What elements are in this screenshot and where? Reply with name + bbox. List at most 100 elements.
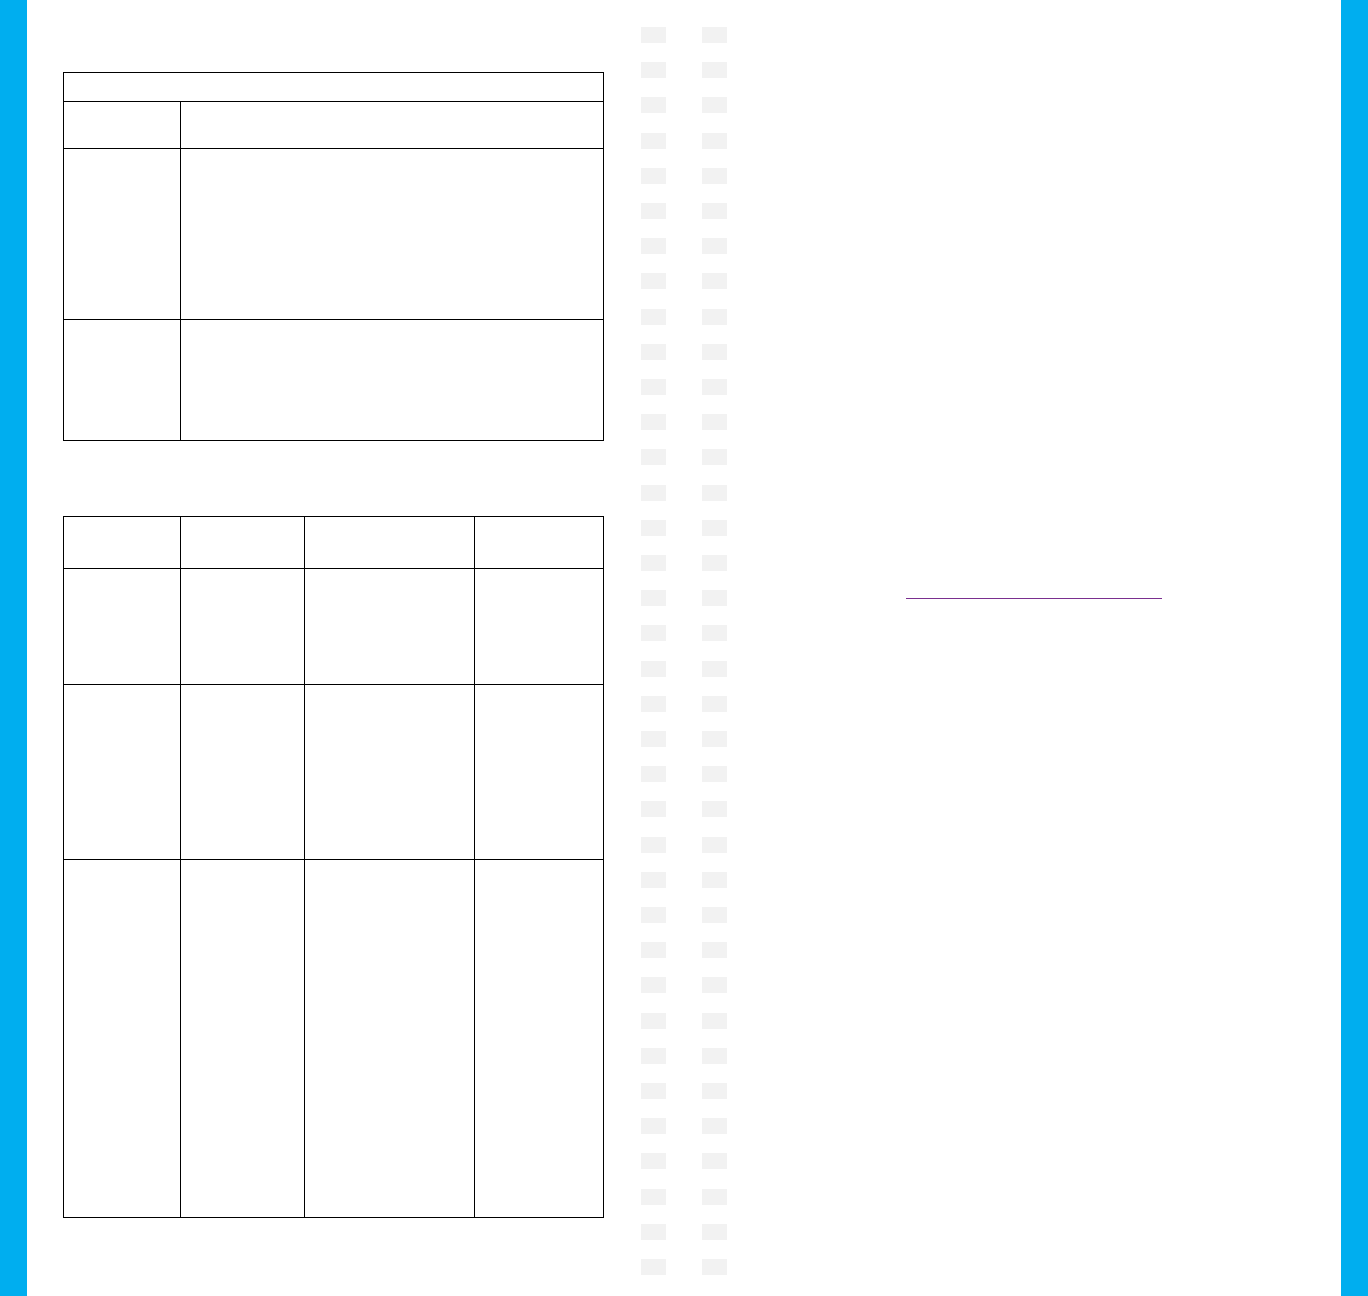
tick-marker: [641, 1083, 666, 1099]
table-cell: [180, 568, 305, 685]
left-edge-bar: [0, 0, 27, 1296]
table-row: [63, 72, 604, 102]
spec-table-upper: [63, 72, 604, 441]
table-header-cell: [63, 72, 604, 102]
tick-marker: [641, 731, 666, 747]
table-cell: [304, 684, 475, 860]
tick-marker: [702, 661, 727, 677]
tick-marker: [641, 766, 666, 782]
tick-marker: [641, 485, 666, 501]
tick-marker: [641, 625, 666, 641]
tick-marker: [641, 309, 666, 325]
tick-marker: [702, 872, 727, 888]
table-row: [63, 859, 604, 1218]
table-cell: [180, 101, 604, 149]
tick-marker: [641, 555, 666, 571]
tick-marker: [702, 168, 727, 184]
tick-marker: [641, 344, 666, 360]
tick-marker: [702, 449, 727, 465]
tick-marker: [641, 379, 666, 395]
table-cell: [180, 859, 305, 1218]
table-header-cell: [474, 516, 604, 569]
tick-marker: [641, 1118, 666, 1134]
table-cell: [63, 101, 181, 149]
table-row: [63, 568, 604, 685]
tick-marker: [702, 238, 727, 254]
tick-marker: [641, 238, 666, 254]
tick-marker: [702, 696, 727, 712]
tick-marker: [702, 1083, 727, 1099]
tick-marker: [641, 168, 666, 184]
tick-marker: [702, 27, 727, 43]
table-cell: [63, 319, 181, 441]
tick-marker: [641, 449, 666, 465]
table-cell: [63, 148, 181, 320]
tick-marker: [641, 661, 666, 677]
table-cell: [304, 859, 475, 1218]
tick-marker: [641, 1224, 666, 1240]
tick-marker: [641, 1259, 666, 1275]
table-header-cell: [63, 516, 181, 569]
table-cell: [474, 859, 604, 1218]
tick-marker: [641, 62, 666, 78]
table-row: [63, 148, 604, 320]
tick-marker: [702, 731, 727, 747]
tick-marker: [702, 1048, 727, 1064]
tick-marker: [702, 133, 727, 149]
tick-marker: [641, 1189, 666, 1205]
tick-marker: [702, 1189, 727, 1205]
table-row: [63, 516, 604, 569]
tick-marker: [702, 1224, 727, 1240]
tick-marker: [702, 273, 727, 289]
tick-marker: [702, 977, 727, 993]
tick-marker: [702, 942, 727, 958]
tick-marker: [641, 590, 666, 606]
tick-marker: [702, 62, 727, 78]
tick-marker: [702, 520, 727, 536]
table-cell: [63, 684, 181, 860]
hyperlink-underline[interactable]: [906, 598, 1162, 599]
table-row: [63, 684, 604, 860]
tick-marker: [702, 1118, 727, 1134]
tick-marker: [702, 97, 727, 113]
tick-marker: [641, 520, 666, 536]
table-cell: [180, 148, 604, 320]
table-cell: [180, 684, 305, 860]
tick-marker: [702, 766, 727, 782]
tick-marker: [702, 555, 727, 571]
table-header-cell: [180, 516, 305, 569]
tick-marker: [702, 907, 727, 923]
tick-marker: [702, 344, 727, 360]
tick-marker: [702, 203, 727, 219]
tick-marker: [702, 590, 727, 606]
tick-marker: [702, 1013, 727, 1029]
table-header-cell: [304, 516, 475, 569]
tick-marker: [641, 27, 666, 43]
tick-marker: [641, 977, 666, 993]
tick-marker: [702, 414, 727, 430]
tick-marker: [702, 485, 727, 501]
tick-marker: [702, 1259, 727, 1275]
tick-marker: [702, 1153, 727, 1169]
tick-marker: [702, 309, 727, 325]
tick-marker: [702, 379, 727, 395]
right-edge-bar: [1341, 0, 1368, 1296]
spec-table-lower: [63, 516, 604, 1218]
tick-marker: [702, 837, 727, 853]
tick-marker: [641, 837, 666, 853]
tick-marker: [641, 872, 666, 888]
table-cell: [474, 568, 604, 685]
tick-marker: [641, 203, 666, 219]
tick-marker: [641, 942, 666, 958]
tick-marker: [702, 625, 727, 641]
tick-marker: [641, 414, 666, 430]
tick-marker: [641, 1153, 666, 1169]
table-cell: [63, 859, 181, 1218]
tick-marker: [641, 907, 666, 923]
table-row: [63, 319, 604, 441]
table-cell: [180, 319, 604, 441]
table-cell: [474, 684, 604, 860]
tick-marker: [641, 1048, 666, 1064]
table-row: [63, 101, 604, 149]
tick-marker: [641, 696, 666, 712]
